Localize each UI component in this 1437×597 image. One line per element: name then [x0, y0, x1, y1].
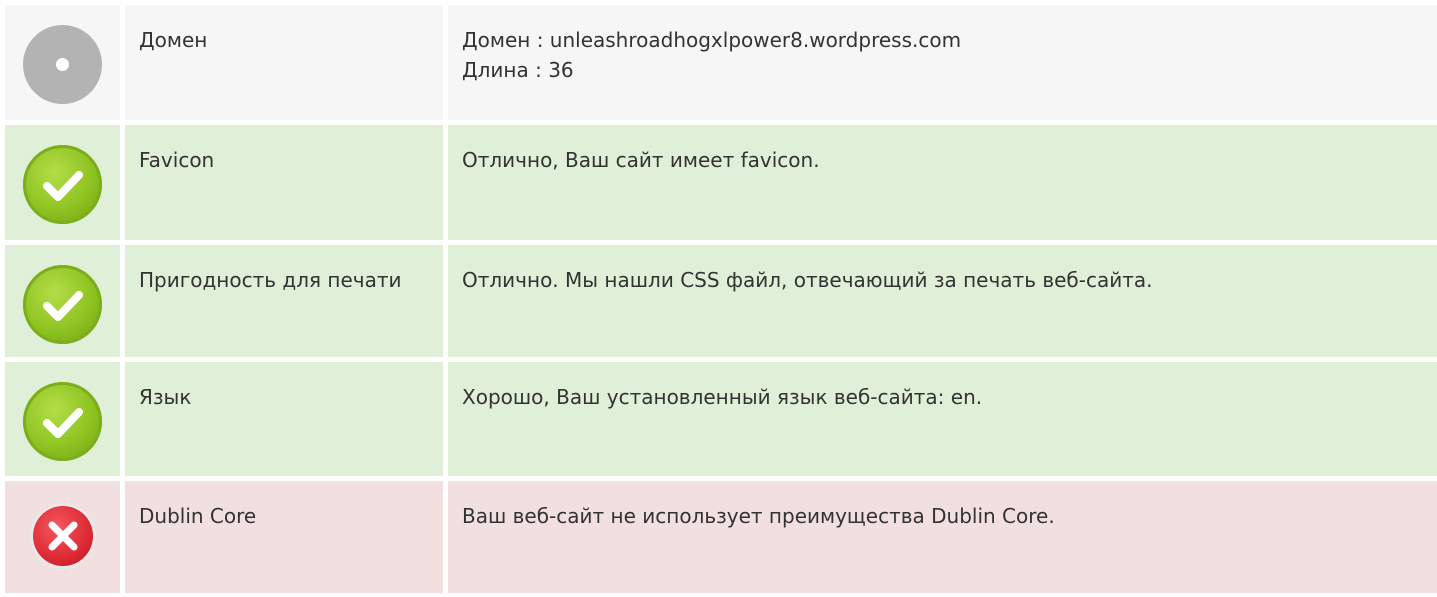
checkmark-icon [23, 265, 102, 344]
row-name: Язык [139, 385, 192, 409]
row-value: Отлично, Ваш сайт имеет favicon. [462, 148, 820, 172]
domain-value: Домен : unleashroadhogxlpower8.wordpress… [462, 28, 962, 52]
row-name: Favicon [139, 148, 215, 172]
row-name: Домен [139, 28, 208, 52]
row-name: Пригодность для печати [139, 268, 402, 292]
checkmark-icon [23, 382, 102, 461]
row-status-cell [5, 245, 120, 357]
row-status-cell [5, 125, 120, 240]
neutral-dot-icon [23, 25, 102, 104]
row-value-cell: Домен : unleashroadhogxlpower8.wordpress… [448, 5, 1437, 120]
row-name-cell: Dublin Core [125, 481, 443, 593]
row-value-cell: Отлично, Ваш сайт имеет favicon. [448, 125, 1437, 240]
seo-report-table: Домен Домен : unleashroadhogxlpower8.wor… [0, 0, 1437, 593]
row-value: Хорошо, Ваш установленный язык веб-сайта… [462, 385, 983, 409]
row-name-cell: Домен [125, 5, 443, 120]
row-value: Ваш веб-сайт не использует преимущества … [462, 504, 1055, 528]
report-row-printability: Пригодность для печати Отлично. Мы нашли… [0, 245, 1437, 357]
checkmark-icon [23, 145, 102, 224]
row-value-cell: Ваш веб-сайт не использует преимущества … [448, 481, 1437, 593]
row-name-cell: Favicon [125, 125, 443, 240]
row-name: Dublin Core [139, 504, 257, 528]
row-name-cell: Пригодность для печати [125, 245, 443, 357]
cross-icon [32, 506, 93, 566]
row-value-cell: Отлично. Мы нашли CSS файл, отвечающий з… [448, 245, 1437, 357]
domain-length-value: Длина : 36 [462, 58, 574, 82]
row-value: Отлично. Мы нашли CSS файл, отвечающий з… [462, 268, 1153, 292]
row-status-cell [5, 481, 120, 593]
row-name-cell: Язык [125, 362, 443, 476]
row-status-cell [5, 5, 120, 120]
row-status-cell [5, 362, 120, 476]
report-row-favicon: Favicon Отлично, Ваш сайт имеет favicon. [0, 125, 1437, 240]
report-row-domain: Домен Домен : unleashroadhogxlpower8.wor… [0, 5, 1437, 120]
report-row-dublin-core: Dublin Core Ваш веб-сайт не использует п… [0, 481, 1437, 593]
report-row-language: Язык Хорошо, Ваш установленный язык веб-… [0, 362, 1437, 476]
row-value-cell: Хорошо, Ваш установленный язык веб-сайта… [448, 362, 1437, 476]
